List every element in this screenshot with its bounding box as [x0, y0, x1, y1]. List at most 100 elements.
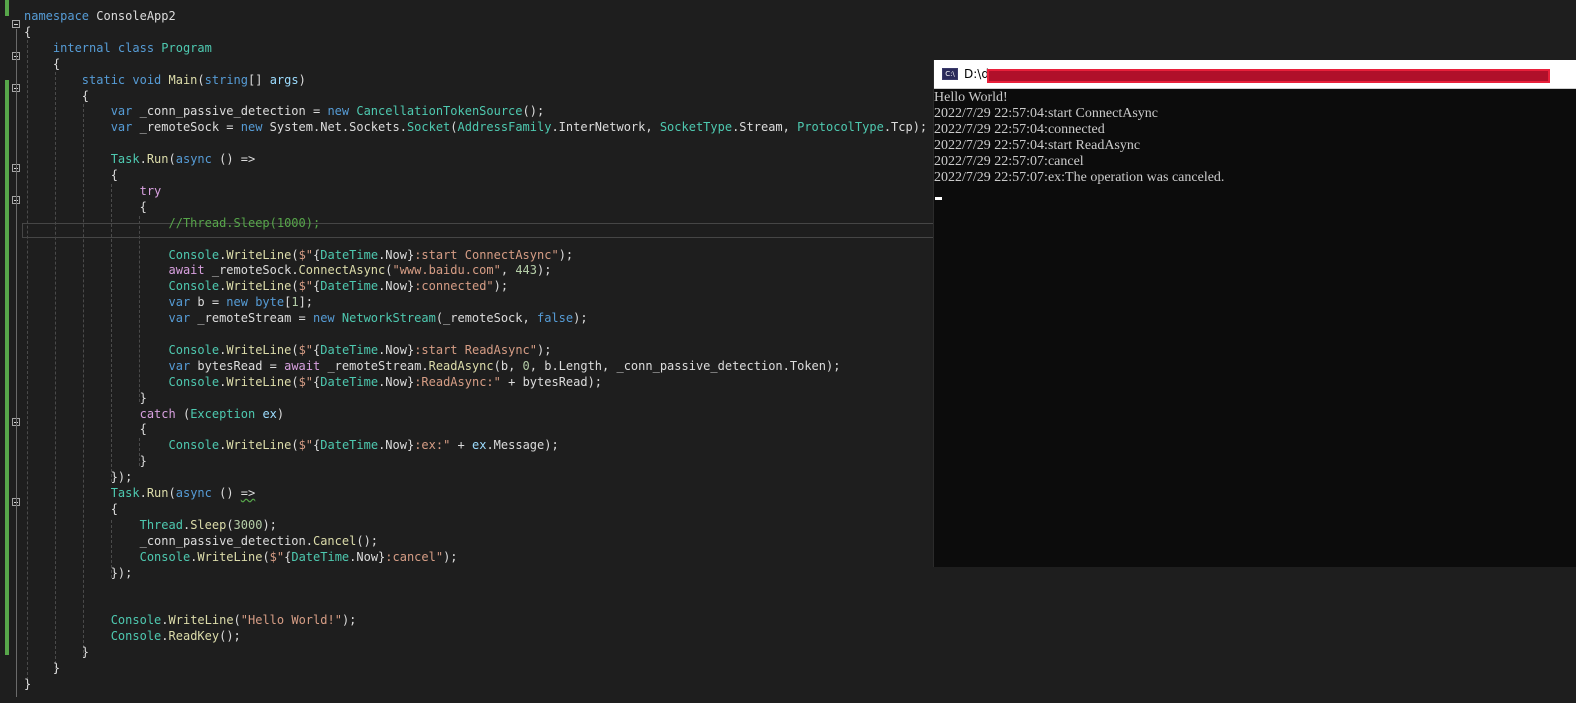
code-line[interactable]: { — [24, 56, 60, 72]
code-line[interactable]: Console.ReadKey(); — [24, 628, 241, 644]
code-token: _remoteStream = — [197, 311, 313, 326]
code-line[interactable]: } — [24, 390, 147, 406]
code-token: } — [24, 660, 61, 675]
code-token: ConnectAsync — [298, 263, 386, 278]
code-token: internal class — [24, 40, 162, 55]
console-window[interactable]: C:\ D:\d Hello World! 2022/7/29 22:57:04… — [933, 60, 1576, 567]
code-line[interactable]: var _remoteSock = new System.Net.Sockets… — [24, 119, 927, 135]
code-line[interactable]: var _remoteStream = new NetworkStream(_r… — [24, 310, 588, 326]
fold-toggle-icon[interactable] — [12, 20, 20, 28]
code-line[interactable]: var bytesRead = await _remoteStream.Read… — [24, 358, 840, 374]
code-line[interactable]: { — [24, 167, 118, 183]
code-line[interactable]: await _remoteSock.ConnectAsync("www.baid… — [24, 262, 551, 278]
code-line[interactable]: Console.WriteLine($"{DateTime.Now}:start… — [24, 247, 573, 263]
code-token: 443 — [515, 263, 537, 278]
redacted-path-bar — [987, 69, 1550, 83]
code-token: Main — [168, 72, 198, 87]
code-line[interactable]: static void Main(string[] args) — [24, 72, 306, 88]
code-token: .InterNetwork, — [551, 120, 660, 135]
code-line[interactable]: namespace ConsoleApp2 — [24, 8, 176, 24]
change-marker — [5, 80, 9, 655]
code-line[interactable]: Console.WriteLine($"{DateTime.Now}:ex:" … — [24, 437, 558, 453]
code-token: .Now} — [378, 374, 415, 389]
code-token: Run — [146, 152, 169, 167]
code-token: var — [24, 295, 198, 310]
code-token: new — [312, 311, 342, 326]
code-token: AddressFamily — [457, 120, 552, 135]
code-line[interactable]: _conn_passive_detection.Cancel(); — [24, 533, 378, 549]
code-line[interactable]: Console.WriteLine($"{DateTime.Now}:conne… — [24, 278, 508, 294]
code-line[interactable]: Console.WriteLine("Hello World!"); — [24, 612, 357, 628]
code-line[interactable]: }); — [24, 565, 133, 581]
code-token: .Now} — [378, 247, 415, 262]
code-line[interactable]: try — [24, 183, 162, 199]
code-line[interactable]: var b = new byte[1]; — [24, 294, 313, 310]
code-token: ); — [262, 517, 277, 532]
code-token: { — [24, 88, 90, 103]
code-token: Console — [24, 279, 220, 294]
code-token: try — [24, 183, 162, 198]
code-token: Socket — [406, 120, 451, 135]
code-line[interactable]: { — [24, 88, 89, 104]
code-line[interactable]: } — [24, 644, 89, 660]
code-token: $" — [298, 247, 314, 262]
code-token: Program — [161, 40, 212, 55]
code-line[interactable]: { — [24, 501, 118, 517]
code-token: ); — [573, 311, 588, 326]
code-token: + — [450, 438, 472, 453]
console-output-line: 2022/7/29 22:57:04:start ConnectAsync — [934, 106, 1158, 121]
code-token: _conn_passive_detection = — [139, 104, 328, 119]
code-line[interactable]: Task.Run(async () => — [24, 151, 256, 167]
code-token: () — [211, 486, 241, 500]
code-token: DateTime — [320, 279, 379, 294]
code-token: (b, — [493, 358, 523, 373]
code-token: ( — [291, 438, 299, 453]
code-token: new — [327, 104, 357, 119]
code-token: $" — [298, 438, 314, 453]
code-line[interactable]: catch (Exception ex) — [24, 406, 285, 422]
code-line[interactable]: Console.WriteLine($"{DateTime.Now}:ReadA… — [24, 374, 602, 390]
code-token: { — [24, 199, 147, 214]
code-token: var — [24, 104, 140, 119]
code-token: .Now} — [349, 549, 386, 564]
code-line[interactable]: }); — [24, 469, 133, 485]
code-line[interactable]: //Thread.Sleep(1000); — [24, 215, 320, 231]
code-line[interactable]: Console.WriteLine($"{DateTime.Now}:start… — [24, 342, 551, 358]
console-title: D:\d — [964, 67, 989, 81]
code-token: string — [204, 72, 248, 87]
code-token: ( — [262, 549, 270, 564]
code-token: Console — [24, 613, 162, 628]
code-token: ( — [168, 486, 176, 500]
code-line[interactable]: } — [24, 660, 60, 676]
code-token: WriteLine — [226, 247, 292, 262]
code-token: ( — [450, 120, 458, 135]
code-token: Console — [24, 438, 220, 453]
code-line[interactable]: { — [24, 421, 147, 437]
code-token: WriteLine — [226, 438, 292, 453]
code-token: DateTime — [320, 342, 379, 357]
code-token: (_remoteSock, — [435, 311, 537, 326]
console-titlebar[interactable]: C:\ D:\d — [934, 60, 1576, 89]
code-token: ); — [558, 247, 574, 262]
code-token: , b.Length, _conn_passive_detection.Toke… — [529, 358, 841, 373]
code-token: $" — [298, 342, 314, 357]
code-token: ( — [291, 374, 299, 389]
code-token: await — [24, 263, 212, 278]
code-line[interactable]: { — [24, 24, 31, 40]
code-token: ex — [472, 438, 487, 453]
code-line[interactable]: Thread.Sleep(3000); — [24, 517, 277, 533]
code-token: ( — [291, 247, 299, 262]
code-line[interactable]: } — [24, 676, 31, 692]
code-token: var — [24, 311, 198, 326]
code-line[interactable]: { — [24, 199, 147, 215]
code-token: static void — [24, 72, 169, 87]
code-line[interactable]: Console.WriteLine($"{DateTime.Now}:cance… — [24, 549, 458, 565]
code-line[interactable]: Task.Run(async () => — [24, 485, 256, 501]
code-token: ); — [537, 263, 552, 278]
code-line[interactable]: internal class Program — [24, 40, 212, 56]
code-line[interactable]: } — [24, 453, 147, 469]
code-token: (); — [356, 533, 379, 548]
code-token: WriteLine — [226, 279, 292, 294]
code-line[interactable]: var _conn_passive_detection = new Cancel… — [24, 103, 545, 119]
code-token: "Hello World!" — [240, 613, 342, 628]
